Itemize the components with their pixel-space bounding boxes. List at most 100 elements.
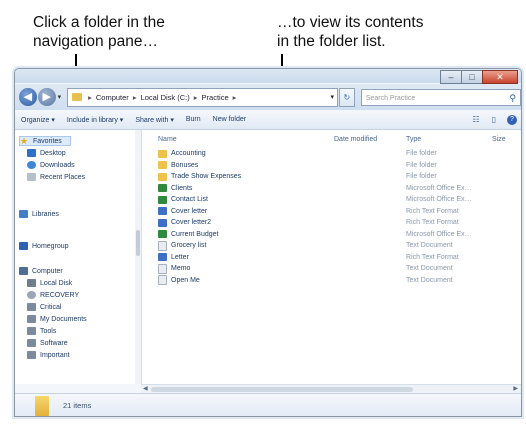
nav-item-label: Favorites <box>33 137 62 145</box>
file-name: Contact List <box>171 196 208 203</box>
nav-item-software[interactable]: Software <box>27 339 68 347</box>
search-input[interactable]: Search Practice ⚲ <box>360 88 521 106</box>
file-row[interactable]: Letter Rich Text Format <box>142 252 521 263</box>
nav-item-libraries[interactable]: Libraries <box>19 210 59 218</box>
navigation-pane: ★ Favorites Desktop Downloads Recent Pla… <box>15 130 142 384</box>
nav-item-label: Desktop <box>40 149 66 157</box>
back-arrow-icon[interactable]: ◀ <box>19 88 37 106</box>
file-name-cell: Cover letter <box>158 207 207 215</box>
callout-right-line2: in the folder list. <box>277 33 386 50</box>
nav-item-label: Critical <box>40 303 62 311</box>
word-file-icon <box>158 207 167 215</box>
file-name: Memo <box>171 265 191 272</box>
file-name-cell: Current Budget <box>158 230 218 238</box>
word-file-icon <box>158 253 167 261</box>
file-row[interactable]: Cover letter Rich Text Format <box>142 206 521 217</box>
help-icon[interactable]: ? <box>507 114 517 125</box>
column-header-date[interactable]: Date modified <box>334 136 377 143</box>
nav-item-recent-places[interactable]: Recent Places <box>27 173 85 181</box>
txt-file-icon <box>158 263 167 274</box>
nav-item-label: Software <box>40 339 68 347</box>
nav-item-local-disk[interactable]: Local Disk <box>27 279 72 287</box>
nav-item-label: Homegroup <box>32 242 69 250</box>
breadcrumb-practice[interactable]: Practice <box>202 93 229 102</box>
refresh-icon[interactable]: ↻ <box>338 87 355 107</box>
recent-pages-dropdown-icon[interactable]: ▾ <box>58 93 62 101</box>
nav-item-label: Computer <box>32 267 63 275</box>
file-row[interactable]: Accounting File folder <box>142 148 521 159</box>
window-controls: – □ ✕ <box>440 70 518 84</box>
include-in-library-button[interactable]: Include in library ▾ <box>67 116 123 124</box>
homegroup-icon <box>19 242 28 250</box>
close-button[interactable]: ✕ <box>482 70 518 84</box>
breadcrumb-computer[interactable]: Computer <box>96 93 129 102</box>
nav-item-my-documents[interactable]: My Documents <box>27 315 87 323</box>
preview-pane-icon[interactable]: ▯ <box>489 115 499 125</box>
file-name: Cover letter <box>171 207 208 215</box>
file-type: Rich Text Format <box>406 207 459 215</box>
nav-item-label: My Documents <box>40 315 87 323</box>
file-row[interactable]: Cover letter2 Rich Text Format <box>142 217 521 228</box>
nav-item-desktop[interactable]: Desktop <box>27 149 66 157</box>
network-share-icon <box>27 351 36 359</box>
chevron-right-icon[interactable]: ▸ <box>194 93 198 102</box>
address-dropdown-icon[interactable]: ▾ <box>330 93 334 101</box>
change-view-icon[interactable]: ☷ <box>471 115 481 125</box>
file-row[interactable]: Clients Microsoft Office Ex… <box>142 183 521 194</box>
chevron-right-icon[interactable]: ▸ <box>133 93 137 102</box>
file-row[interactable]: Memo Text Document <box>142 263 521 274</box>
nav-item-important[interactable]: Important <box>27 351 70 359</box>
file-name-cell: Cover letter2 <box>158 218 211 227</box>
nav-item-tools[interactable]: Tools <box>27 327 56 335</box>
word-file-icon <box>158 218 167 227</box>
chevron-right-icon[interactable]: ▸ <box>233 93 237 102</box>
file-row[interactable]: Open Me Text Document <box>142 275 521 286</box>
downloads-icon <box>27 161 36 169</box>
column-header-type[interactable]: Type <box>406 136 421 143</box>
file-name: Current Budget <box>171 230 219 238</box>
file-row[interactable]: Bonuses File folder <box>142 160 521 171</box>
chevron-right-icon[interactable]: ▸ <box>88 93 92 102</box>
column-header-name[interactable]: Name <box>158 136 177 143</box>
nav-item-recovery[interactable]: RECOVERY <box>27 291 79 299</box>
folder-list: Name Date modified Type Size Accounting F… <box>142 130 521 384</box>
scrollbar-thumb[interactable] <box>151 387 413 392</box>
file-row[interactable]: Grocery list Text Document <box>142 240 521 251</box>
address-row: ◀ ▶ ▾ ▸ Computer ▸ Local Disk (C:) ▸ Pra… <box>15 84 521 110</box>
search-icon: ⚲ <box>509 92 517 103</box>
file-name-cell: Clients <box>158 184 192 192</box>
address-bar[interactable]: ▸ Computer ▸ Local Disk (C:) ▸ Practice … <box>67 87 338 107</box>
scrollbar-thumb[interactable] <box>136 230 140 256</box>
file-row[interactable]: Trade Show Expenses File folder <box>142 171 521 182</box>
nav-item-downloads[interactable]: Downloads <box>27 161 75 169</box>
new-folder-button[interactable]: New folder <box>213 116 246 123</box>
share-with-button[interactable]: Share with ▾ <box>135 116 174 124</box>
file-name-cell: Bonuses <box>158 161 198 169</box>
file-type: File folder <box>406 161 437 169</box>
maximize-button[interactable]: □ <box>461 70 483 84</box>
scroll-left-icon[interactable]: ◀ <box>143 385 148 392</box>
scroll-right-icon[interactable]: ▶ <box>513 385 518 392</box>
network-share-icon <box>27 303 36 311</box>
file-type: Rich Text Format <box>406 219 459 226</box>
callout-right-line1: …to view its contents <box>277 14 424 31</box>
file-type: File folder <box>406 150 437 157</box>
view-controls: ☷ ▯ ? <box>471 114 521 125</box>
breadcrumb-local-disk[interactable]: Local Disk (C:) <box>141 93 190 102</box>
nav-item-label: Local Disk <box>40 279 73 287</box>
column-header-size[interactable]: Size <box>492 136 506 143</box>
minimize-button[interactable]: – <box>440 70 462 84</box>
navigation-scrollbar[interactable] <box>135 130 141 384</box>
burn-button[interactable]: Burn <box>186 116 201 123</box>
file-row[interactable]: Current Budget Microsoft Office Ex… <box>142 229 521 240</box>
nav-item-homegroup[interactable]: Homegroup <box>19 242 69 250</box>
nav-item-favorites[interactable]: ★ Favorites <box>19 136 71 146</box>
forward-arrow-icon[interactable]: ▶ <box>37 88 56 106</box>
file-row[interactable]: Contact List Microsoft Office Ex… <box>142 194 521 205</box>
file-name-cell: Grocery list <box>158 240 206 251</box>
organize-button[interactable]: Organize ▾ <box>21 116 55 124</box>
file-type: Text Document <box>406 242 453 249</box>
file-name-cell: Accounting <box>158 149 206 158</box>
nav-item-computer[interactable]: Computer <box>19 267 63 275</box>
nav-item-critical[interactable]: Critical <box>27 303 61 311</box>
